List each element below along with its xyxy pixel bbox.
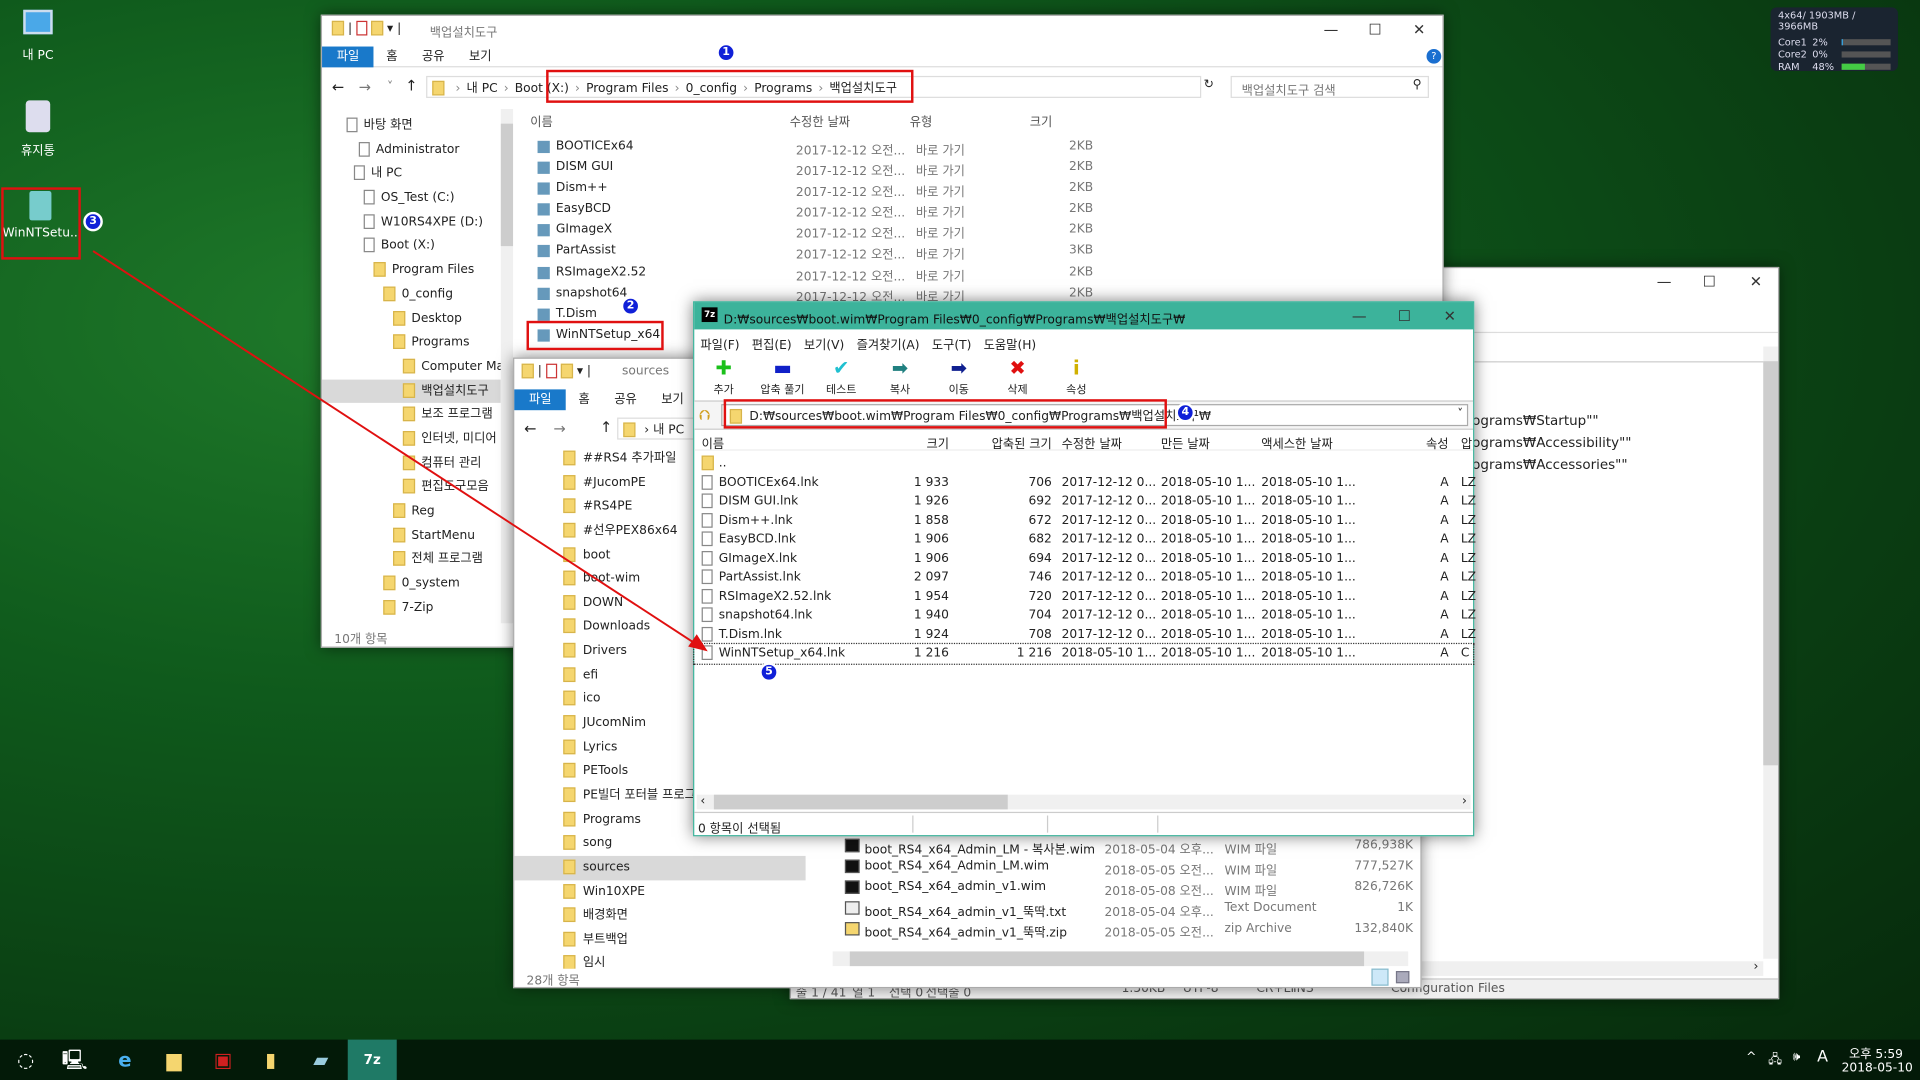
- annotation-box-desktop-icon: [1, 187, 81, 260]
- annotation-number: 2: [620, 296, 641, 316]
- monitor-icon[interactable]: 🖳: [51, 1040, 98, 1080]
- annotation-number: 5: [759, 662, 779, 683]
- network-icon[interactable]: 🖧: [1768, 1051, 1782, 1072]
- annotation-number: 4: [1175, 402, 1196, 423]
- start-icon[interactable]: ◌: [2, 1040, 49, 1080]
- tray-overflow-icon[interactable]: ^: [1746, 1051, 1756, 1064]
- red-app-icon[interactable]: ▣: [200, 1040, 247, 1080]
- desktop: 내 PC 휴지통 WinNTSetu... 4x64/ 1903MB / 396…: [0, 0, 1920, 1080]
- annotation-number: 1: [716, 42, 736, 63]
- annotation-box-7zip-path: [723, 399, 1167, 429]
- annotation-arrow: [92, 250, 708, 652]
- file-explorer-icon[interactable]: ▆: [151, 1040, 198, 1080]
- annotation-number: 3: [83, 211, 103, 232]
- folder-icon[interactable]: ▮: [247, 1040, 294, 1080]
- volume-icon[interactable]: 🕪: [1793, 1051, 1801, 1064]
- ie-icon[interactable]: e: [102, 1040, 149, 1080]
- annotation-box-winntsetup-file: [526, 320, 664, 351]
- 7zip-icon[interactable]: 7z: [347, 1039, 397, 1080]
- clock-time[interactable]: 오후 5:59: [1849, 1043, 1903, 1061]
- clock-date[interactable]: 2018-05-10: [1842, 1062, 1913, 1075]
- ime-indicator[interactable]: A: [1817, 1048, 1828, 1066]
- annotation-box-breadcrumb: [546, 69, 914, 103]
- notepad-icon[interactable]: ▰: [298, 1040, 345, 1080]
